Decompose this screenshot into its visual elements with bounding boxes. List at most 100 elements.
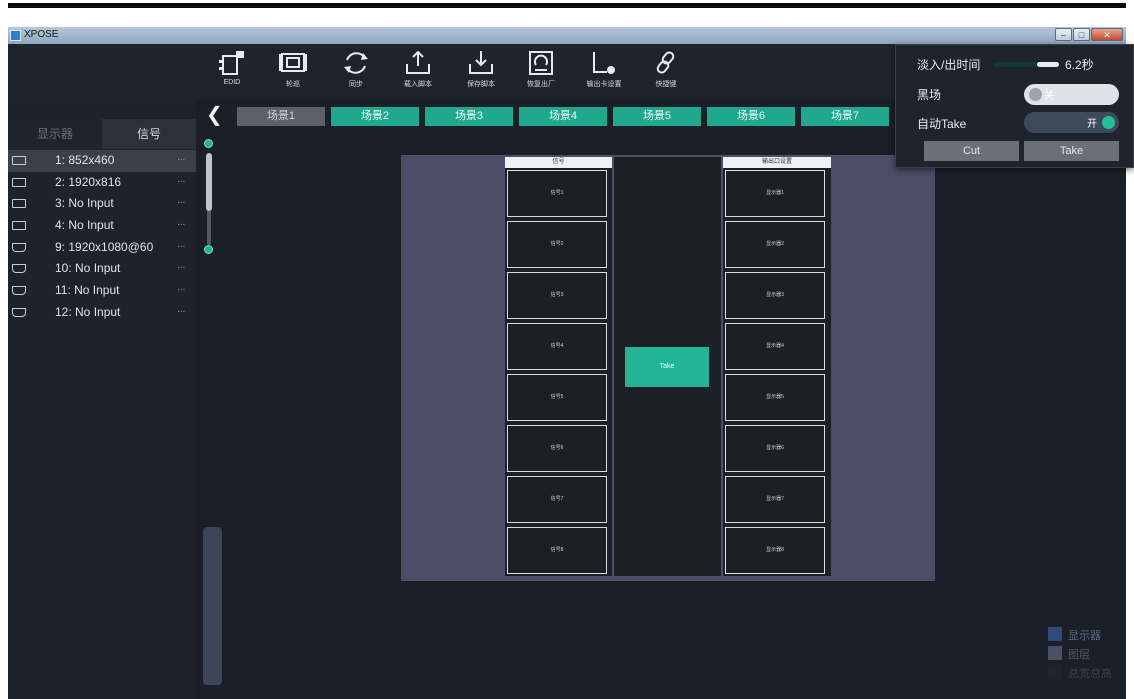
output-cell[interactable]: 显示器1 (725, 170, 825, 217)
title-bar: XPOSE – □ ✕ (8, 27, 1126, 44)
signal-cell[interactable]: 信号1 (507, 170, 607, 217)
chevron-left-icon[interactable]: ❮ (206, 105, 223, 125)
legend-swatch (1048, 646, 1062, 660)
more-button[interactable]: ... (177, 304, 185, 315)
signal-item[interactable]: 12: No Input ... (8, 302, 196, 324)
save-script-button[interactable]: 保存脚本 (459, 48, 503, 96)
signal-item[interactable]: 10: No Input ... (8, 258, 196, 280)
toggle-knob (1029, 88, 1042, 101)
output-cell[interactable]: 显示器6 (725, 425, 825, 472)
signal-cell[interactable]: 信号7 (507, 476, 607, 523)
legend-item: 总宽总高 (1048, 663, 1126, 682)
toggle-state: 关 (1044, 91, 1054, 102)
tool-label: 轮巡 (286, 81, 300, 88)
output-card-settings-button[interactable]: 输出卡设置 (582, 48, 626, 96)
output-cell[interactable]: 显示器4 (725, 323, 825, 370)
maximize-button[interactable]: □ (1073, 28, 1090, 41)
sync-button[interactable]: 同步 (334, 48, 378, 96)
toggle-knob (1102, 116, 1115, 129)
more-button[interactable]: ... (177, 195, 185, 206)
more-button[interactable]: ... (177, 239, 185, 250)
signal-label: 2: 1920x816 (55, 174, 122, 189)
load-script-button[interactable]: 载入脚本 (396, 48, 440, 96)
take-column: Take (614, 157, 721, 576)
output-cell[interactable]: 显示器5 (725, 374, 825, 421)
output-cell[interactable]: 显示器8 (725, 527, 825, 574)
signal-label: 4: No Input (55, 218, 114, 233)
dvi-port-icon (12, 199, 26, 209)
more-button[interactable]: ... (177, 174, 185, 185)
transition-settings-popup: 淡入/出时间 6.2秒 黑场 关 自动Take 开 Cut Take (895, 44, 1134, 168)
more-button[interactable]: ... (177, 217, 185, 228)
black-screen-toggle[interactable]: 关 (1024, 84, 1119, 105)
output-cell[interactable]: 显示器2 (725, 221, 825, 268)
signal-cell[interactable]: 信号5 (507, 374, 607, 421)
scene-tab[interactable]: 场景1 (237, 107, 325, 126)
vertical-scrollbar[interactable] (203, 527, 222, 685)
output-cell[interactable]: 显示器3 (725, 272, 825, 319)
signal-label: 1: 852x460 (55, 153, 115, 167)
legend-item: 图层 (1048, 644, 1126, 663)
zoom-slider[interactable] (204, 139, 214, 254)
more-button[interactable]: ... (177, 282, 185, 293)
close-button[interactable]: ✕ (1091, 28, 1123, 41)
signal-item[interactable]: 4: No Input ... (8, 215, 196, 237)
more-button[interactable]: ... (177, 152, 185, 163)
canvas-stage: 信号 信号1 信号2 信号3 信号4 信号5 信号6 信号7 信号8 Take … (401, 155, 935, 581)
edid-icon (219, 51, 244, 75)
output-cell[interactable]: 显示器7 (725, 476, 825, 523)
factory-reset-button[interactable]: 恢复出厂 (519, 48, 563, 96)
scene-tab[interactable]: 场景5 (613, 107, 701, 126)
poll-icon (279, 53, 307, 72)
signal-cell[interactable]: 信号4 (507, 323, 607, 370)
take-button[interactable]: Take (625, 347, 709, 387)
dvi-port-icon (12, 156, 26, 165)
signal-cell[interactable]: 信号8 (507, 527, 607, 574)
signal-item[interactable]: 1: 852x460 ... (8, 150, 196, 172)
signal-item[interactable]: 2: 1920x816 ... (8, 172, 196, 194)
slider-top-handle[interactable] (204, 139, 213, 148)
hdmi-port-icon (12, 286, 26, 296)
tab-display[interactable]: 显示器 (8, 119, 102, 149)
factory-reset-icon (529, 51, 553, 75)
shortcut-button[interactable]: 快捷键 (644, 48, 688, 96)
output-column: 输出口设置 显示器1 显示器2 显示器3 显示器4 显示器5 显示器6 显示器7… (723, 157, 831, 576)
scene-tab[interactable]: 场景3 (425, 107, 513, 126)
legend-swatch (1048, 665, 1062, 679)
legend-label: 图层 (1068, 649, 1090, 661)
scene-tab[interactable]: 场景2 (331, 107, 419, 126)
poll-button[interactable]: 轮巡 (271, 48, 315, 96)
slider-bottom-handle[interactable] (204, 245, 213, 254)
signal-cell[interactable]: 信号6 (507, 425, 607, 472)
scene-tab[interactable]: 场景7 (801, 107, 889, 126)
scene-tab[interactable]: 场景4 (519, 107, 607, 126)
fade-time-thumb[interactable] (1037, 62, 1059, 67)
fade-time-label: 淡入/出时间 (917, 58, 981, 72)
shortcut-link-icon (656, 51, 675, 74)
tab-signal[interactable]: 信号 (102, 119, 196, 149)
minimize-button[interactable]: – (1055, 28, 1072, 41)
black-screen-label: 黑场 (917, 88, 942, 102)
scene-tab[interactable]: 场景6 (707, 107, 795, 126)
load-script-icon (406, 50, 430, 74)
auto-take-toggle[interactable]: 开 (1024, 112, 1119, 133)
legend-swatch (1048, 627, 1062, 641)
cut-button[interactable]: Cut (924, 141, 1019, 161)
popup-take-button[interactable]: Take (1024, 141, 1119, 161)
sync-icon (344, 52, 368, 74)
logo-area (8, 44, 196, 104)
signal-item[interactable]: 9: 1920x1080@60 ... (8, 237, 196, 259)
signal-column: 信号 信号1 信号2 信号3 信号4 信号5 信号6 信号7 信号8 (505, 157, 612, 576)
signal-item[interactable]: 11: No Input ... (8, 280, 196, 302)
more-button[interactable]: ... (177, 260, 185, 271)
signal-cell[interactable]: 信号3 (507, 272, 607, 319)
tool-label: 保存脚本 (467, 81, 495, 88)
top-border (0, 0, 1134, 10)
panel-tabs: 显示器 信号 (8, 119, 196, 149)
scene-bar: ❮ 场景1 场景2 场景3 场景4 场景5 场景6 场景7 (196, 105, 906, 127)
edid-button[interactable]: EDID (210, 48, 254, 96)
slider-thumb[interactable] (206, 153, 212, 211)
signal-item[interactable]: 3: No Input ... (8, 193, 196, 215)
signal-cell[interactable]: 信号2 (507, 221, 607, 268)
fade-time-slider[interactable] (993, 62, 1059, 67)
